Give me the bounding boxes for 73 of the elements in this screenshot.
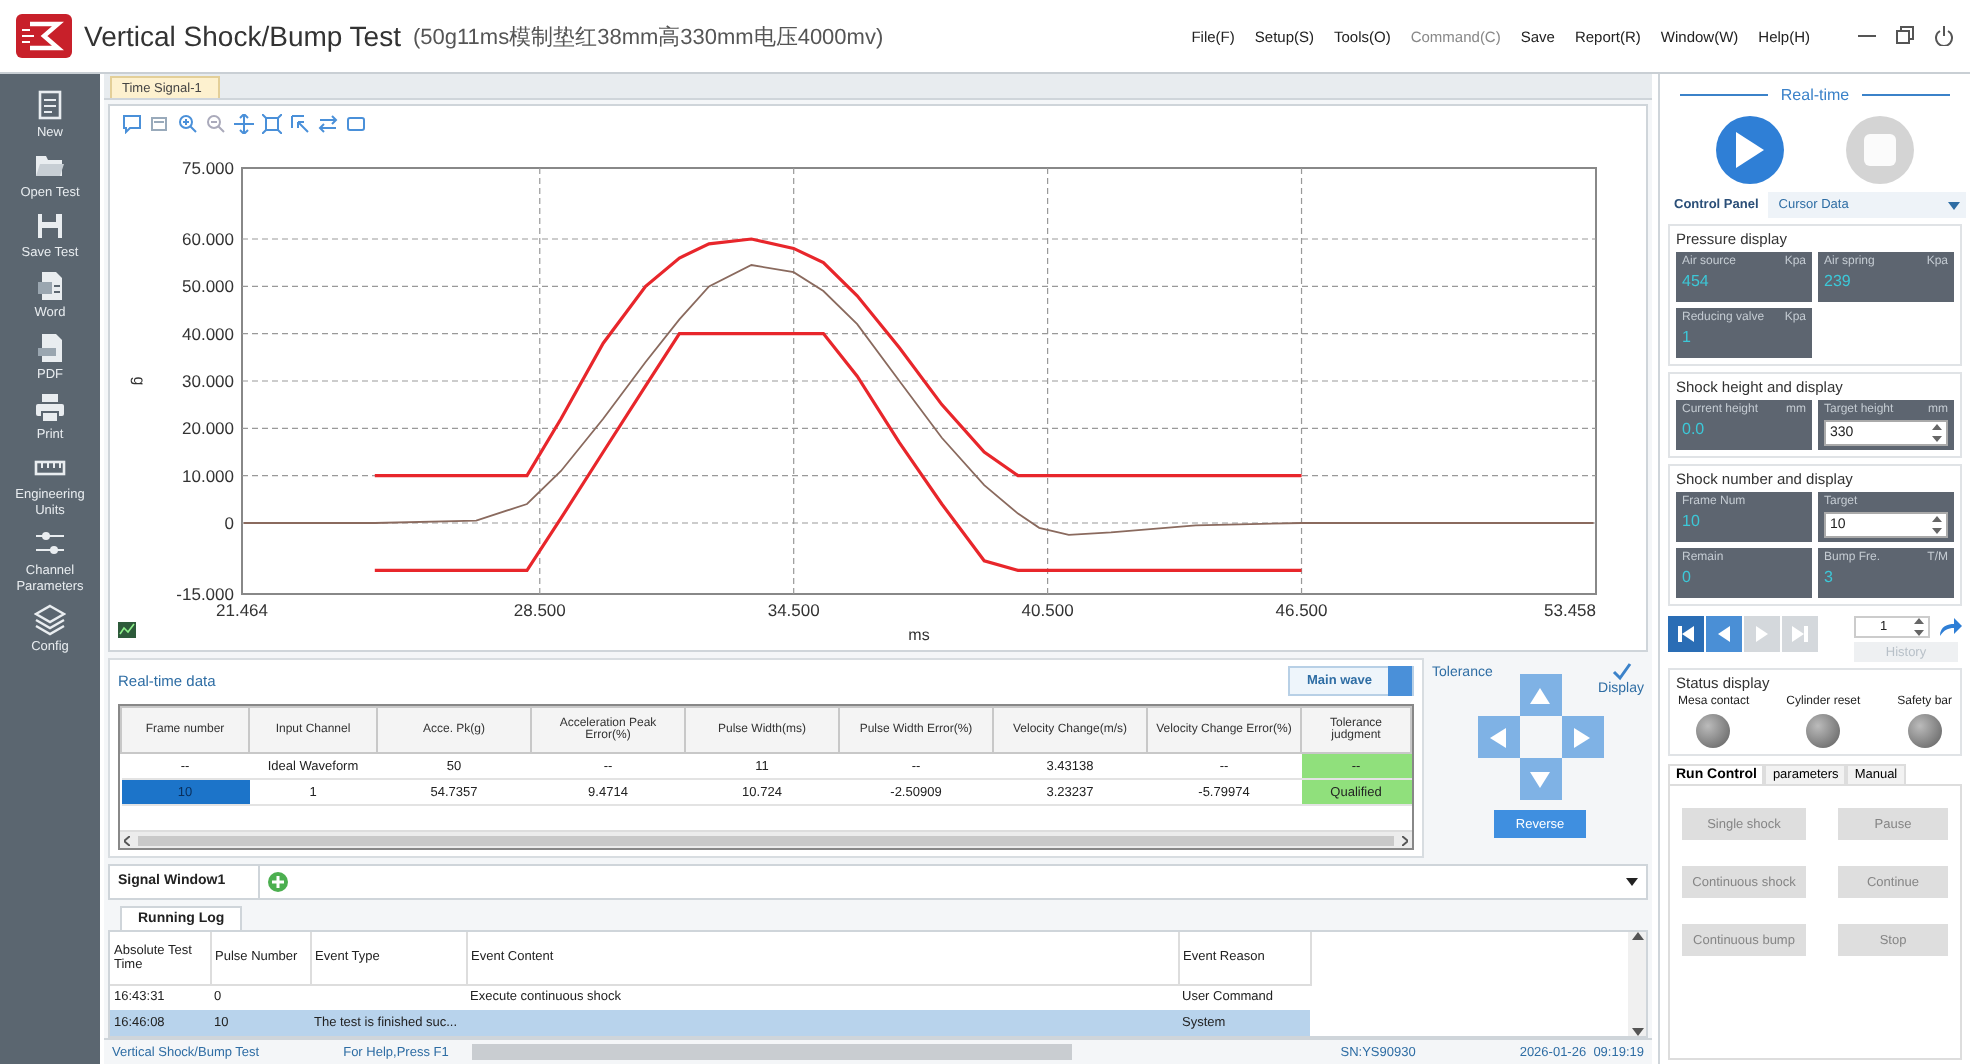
first-button[interactable] bbox=[1668, 616, 1704, 652]
stop-icon bbox=[1862, 132, 1899, 168]
readout-value: 3 bbox=[1824, 568, 1835, 586]
tick-label: 10.000 bbox=[182, 465, 234, 486]
window-subtitle: (50g11ms模制垫红38mm高330mm电压4000mv) bbox=[412, 23, 884, 51]
tick-label: 50.000 bbox=[182, 276, 234, 297]
down-arrow-icon bbox=[1530, 771, 1550, 787]
tick-label: 46.500 bbox=[1275, 600, 1328, 620]
chart-icon[interactable] bbox=[118, 622, 136, 638]
readout-value: 0 bbox=[1682, 568, 1693, 586]
tick-label: -15.000 bbox=[176, 584, 234, 604]
tick-label: 34.500 bbox=[767, 600, 820, 620]
horizontal-scrollbar[interactable] bbox=[120, 830, 1412, 848]
print-icon bbox=[34, 391, 66, 424]
scroll-up-icon[interactable] bbox=[1631, 932, 1643, 940]
toolbar-icon[interactable] bbox=[346, 114, 366, 134]
right-button[interactable] bbox=[1561, 716, 1603, 758]
spinner-icon[interactable] bbox=[1932, 424, 1942, 442]
tick-label: 40.500 bbox=[1021, 600, 1074, 620]
readout-value: 1 bbox=[1682, 328, 1693, 346]
tick-label: 0 bbox=[224, 513, 234, 533]
axis-label: ms bbox=[908, 626, 930, 644]
tick-label: 40.000 bbox=[182, 323, 234, 344]
tick-label: 30.000 bbox=[182, 371, 234, 391]
toolbar-icon[interactable] bbox=[290, 114, 310, 134]
up-button[interactable] bbox=[1519, 674, 1561, 716]
restore-icon[interactable] bbox=[1896, 26, 1914, 44]
readout-value: 454 bbox=[1682, 272, 1711, 290]
channel-icon bbox=[34, 528, 66, 560]
tick-label: 20.000 bbox=[182, 418, 234, 439]
readout-value: 10 bbox=[1682, 512, 1702, 530]
redo-arrow-icon[interactable] bbox=[1938, 618, 1962, 636]
down-button[interactable] bbox=[1519, 758, 1561, 800]
readout-value: 239 bbox=[1824, 272, 1853, 290]
tick-label: 75.000 bbox=[182, 158, 234, 178]
checkmark-icon[interactable] bbox=[1611, 662, 1632, 682]
first-arrow-icon bbox=[1674, 622, 1698, 646]
readout-value: 0.0 bbox=[1682, 420, 1707, 438]
power-icon[interactable] bbox=[1934, 26, 1954, 46]
last-arrow-icon bbox=[1788, 622, 1812, 646]
logo-icon bbox=[16, 14, 72, 58]
panel-title: Real-time bbox=[1780, 86, 1850, 104]
new-icon bbox=[34, 90, 66, 122]
tick-label: 53.458 bbox=[1544, 600, 1596, 620]
right-arrow-icon bbox=[1574, 727, 1590, 747]
dropdown-icon[interactable] bbox=[1626, 878, 1638, 886]
tick-label: 60.000 bbox=[182, 229, 234, 249]
axis-label: g bbox=[130, 376, 148, 386]
window-title: Vertical Shock/Bump Test bbox=[84, 20, 401, 52]
pdf-icon bbox=[34, 331, 66, 363]
left-button[interactable] bbox=[1477, 716, 1519, 758]
toolbar-icon[interactable] bbox=[234, 114, 254, 134]
scroll-right-icon[interactable] bbox=[1402, 835, 1408, 845]
toolbar-icon[interactable] bbox=[318, 114, 338, 134]
play-button[interactable] bbox=[1715, 116, 1784, 184]
up-arrow-icon bbox=[1530, 687, 1550, 703]
toolbar-icon[interactable] bbox=[262, 114, 282, 134]
toolbar-icon[interactable] bbox=[206, 114, 226, 134]
word-icon bbox=[34, 270, 66, 303]
spinner-icon[interactable] bbox=[1914, 618, 1924, 636]
play-icon bbox=[1731, 132, 1768, 168]
scroll-left-icon[interactable] bbox=[124, 835, 130, 845]
vertical-scrollbar[interactable] bbox=[1628, 932, 1646, 1036]
tick-label: 28.500 bbox=[513, 600, 566, 620]
add-icon[interactable] bbox=[268, 872, 288, 892]
toolbar-icon[interactable] bbox=[122, 114, 142, 134]
prev-button[interactable] bbox=[1706, 616, 1742, 652]
toolbar-icon[interactable] bbox=[178, 114, 198, 134]
toolbar-icon[interactable] bbox=[150, 114, 170, 134]
config-icon bbox=[34, 604, 66, 637]
spinner-icon[interactable] bbox=[1932, 516, 1942, 534]
left-arrow-icon bbox=[1490, 727, 1506, 747]
tick-label: 21.464 bbox=[216, 600, 268, 620]
